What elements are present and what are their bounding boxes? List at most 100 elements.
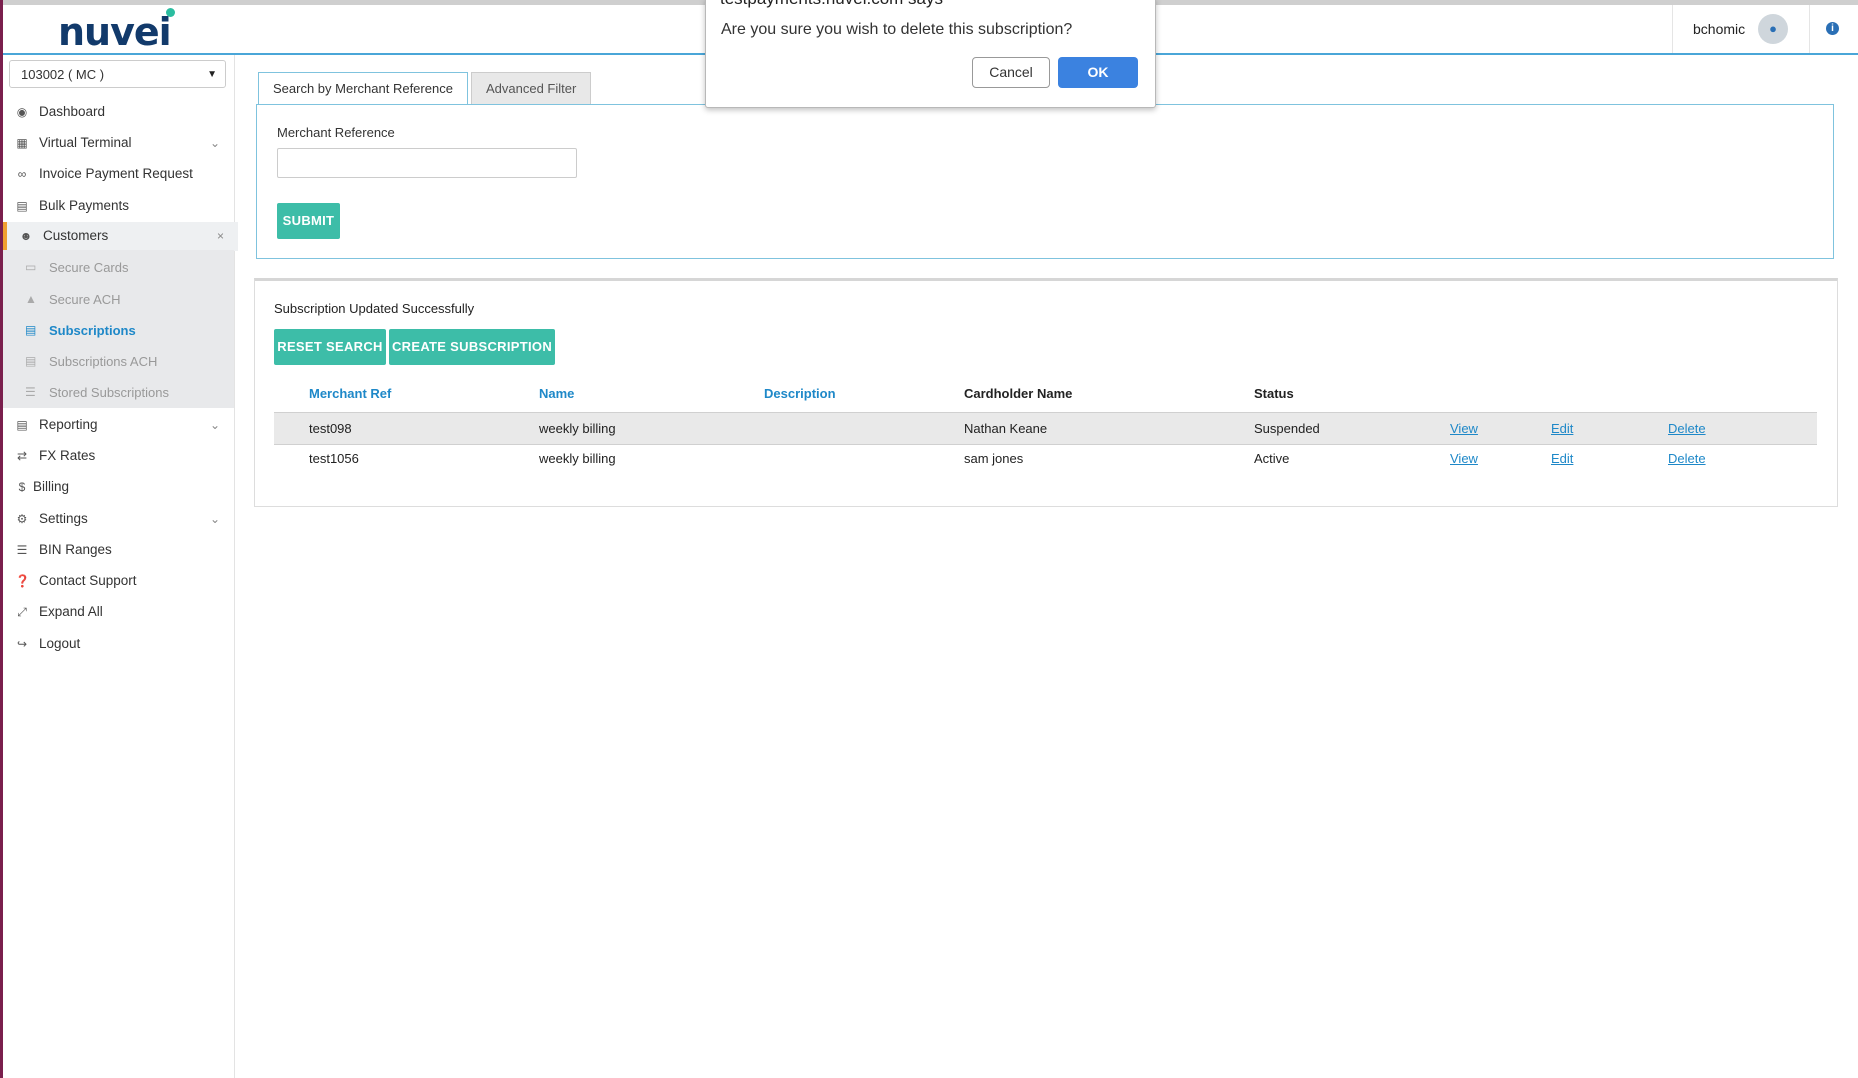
sidebar-item-label: Virtual Terminal — [39, 135, 132, 150]
database-icon: ☰ — [25, 385, 36, 399]
sidebar-item-label: Dashboard — [39, 104, 106, 119]
sidebar-subitem-secure-ach[interactable]: ▲ Secure ACH — [3, 284, 234, 315]
sidebar-item-logout[interactable]: ↪ Logout — [3, 630, 234, 658]
column-header-description[interactable]: Description — [764, 386, 836, 401]
tab-search-by-merchant-reference[interactable]: Search by Merchant Reference — [258, 72, 468, 104]
dialog-message: Are you sure you wish to delete this sub… — [721, 21, 1073, 38]
view-link[interactable]: View — [1450, 451, 1478, 466]
user-icon: ● — [1769, 21, 1777, 36]
merchant-select[interactable]: 103002 ( MC ) ▼ — [9, 60, 226, 88]
sidebar-item-label: Reporting — [39, 417, 98, 432]
sidebar-subitem-label: Subscriptions — [49, 323, 136, 338]
sidebar-subitem-label: Subscriptions ACH — [49, 354, 158, 369]
logo-dot — [166, 8, 175, 17]
ok-button[interactable]: OK — [1058, 57, 1138, 88]
reset-search-button[interactable]: RESET SEARCH — [274, 329, 386, 365]
subscriptions-icon: ▤ — [25, 323, 37, 337]
sidebar-subitem-subscriptions[interactable]: ▤ Subscriptions — [3, 315, 234, 346]
sidebar-subitem-subscriptions-ach[interactable]: ▤ Subscriptions ACH — [3, 346, 234, 377]
delete-link[interactable]: Delete — [1668, 451, 1706, 466]
edit-link[interactable]: Edit — [1551, 451, 1573, 466]
cell-name: weekly billing — [539, 421, 616, 436]
file-icon: ▤ — [16, 199, 28, 213]
tab-advanced-filter[interactable]: Advanced Filter — [471, 72, 592, 104]
search-panel — [256, 104, 1834, 259]
merchant-reference-label: Merchant Reference — [277, 125, 395, 140]
cell-status: Suspended — [1254, 421, 1320, 436]
cell-status: Active — [1254, 451, 1290, 466]
cell-merchant-ref: test098 — [309, 421, 352, 436]
merchant-reference-input[interactable] — [277, 148, 577, 178]
sidebar-subitem-secure-cards[interactable]: ▭ Secure Cards — [3, 252, 234, 283]
chevron-down-icon: ⌄ — [209, 418, 220, 432]
delete-link[interactable]: Delete — [1668, 421, 1706, 436]
chevron-down-icon: ⌄ — [209, 136, 220, 150]
sidebar-item-expand-all[interactable]: ⤢ Expand All — [3, 598, 234, 626]
info-icon[interactable]: i — [1826, 22, 1839, 35]
column-header-status: Status — [1254, 386, 1294, 401]
question-icon: ❓ — [15, 574, 30, 588]
create-subscription-button[interactable]: CREATE SUBSCRIPTION — [389, 329, 555, 365]
sidebar-item-label: FX Rates — [39, 448, 96, 463]
sidebar-item-fx-rates[interactable]: ⇄ FX Rates — [3, 442, 234, 470]
list-icon: ☰ — [16, 543, 28, 557]
sidebar-subitem-label: Stored Subscriptions — [49, 385, 169, 400]
logout-icon: ↪ — [16, 637, 28, 651]
lock-icon: ▲ — [25, 292, 37, 306]
sidebar-item-billing[interactable]: $ Billing — [3, 473, 234, 501]
sidebar-item-label: Contact Support — [39, 573, 137, 588]
table-row: test098 weekly billing Nathan Keane Susp… — [274, 412, 1817, 445]
sidebar-item-settings[interactable]: ⚙ Settings ⌄ — [3, 505, 234, 533]
sidebar-item-label: Bulk Payments — [39, 198, 130, 213]
column-header-cardholder-name: Cardholder Name — [964, 386, 1073, 401]
calculator-icon: ▦ — [16, 136, 28, 150]
sidebar-item-label: BIN Ranges — [39, 542, 112, 557]
sidebar-subitem-stored-subscriptions[interactable]: ☰ Stored Subscriptions — [3, 377, 234, 408]
avatar[interactable]: ● — [1758, 14, 1788, 44]
confirm-dialog — [705, 0, 1156, 108]
sidebar-subitem-label: Secure Cards — [49, 260, 129, 275]
status-message: Subscription Updated Successfully — [274, 301, 475, 316]
column-header-merchant-ref[interactable]: Merchant Ref — [309, 386, 391, 401]
cell-cardholder-name: Nathan Keane — [964, 421, 1048, 436]
sidebar-item-reporting[interactable]: ▤ Reporting ⌄ — [3, 411, 234, 439]
dollar-icon: $ — [18, 480, 26, 494]
table-row: test1056 weekly billing sam jones Active… — [274, 443, 1817, 474]
sidebar-item-label: Settings — [39, 511, 88, 526]
credit-card-icon: ▭ — [25, 260, 37, 274]
view-link[interactable]: View — [1450, 421, 1478, 436]
sidebar-item-virtual-terminal[interactable]: ▦ Virtual Terminal ⌄ — [3, 129, 234, 157]
edit-link[interactable]: Edit — [1551, 421, 1573, 436]
cell-cardholder-name: sam jones — [964, 451, 1024, 466]
sidebar-item-label: Invoice Payment Request — [39, 166, 193, 181]
sidebar-item-label: Logout — [39, 636, 81, 651]
cogs-icon: ⚙ — [16, 512, 28, 526]
sidebar-item-label: Billing — [33, 479, 70, 494]
dashboard-icon: ◉ — [16, 105, 28, 119]
sidebar-item-dashboard[interactable]: ◉ Dashboard — [3, 98, 234, 126]
expand-icon: ⤢ — [17, 605, 27, 619]
cancel-button[interactable]: Cancel — [972, 57, 1050, 88]
sidebar-subitem-label: Secure ACH — [49, 292, 121, 307]
sidebar-item-bulk-payments[interactable]: ▤ Bulk Payments — [3, 192, 234, 220]
sidebar-item-bin-ranges[interactable]: ☰ BIN Ranges — [3, 536, 234, 564]
nuvei-logo[interactable]: nuvei — [58, 10, 172, 54]
users-icon: ☻ — [19, 229, 33, 243]
caret-down-icon: ▼ — [207, 69, 217, 80]
cell-name: weekly billing — [539, 451, 616, 466]
dialog-title: testpayments.nuvei.com says — [720, 0, 943, 9]
chevron-down-icon: ⌄ — [209, 512, 220, 526]
report-icon: ▤ — [16, 418, 28, 432]
merchant-select-value: 103002 ( MC ) — [21, 67, 105, 82]
submit-button[interactable]: SUBMIT — [277, 203, 340, 239]
subscriptions-ach-icon: ▤ — [25, 354, 37, 368]
link-icon: ∞ — [17, 167, 27, 181]
cell-merchant-ref: test1056 — [309, 451, 359, 466]
close-icon[interactable]: × — [217, 222, 224, 250]
sidebar-item-invoice-payment-request[interactable]: ∞ Invoice Payment Request — [3, 160, 234, 188]
column-header-name[interactable]: Name — [539, 386, 574, 401]
sidebar-item-customers[interactable]: ☻ Customers × — [3, 222, 238, 251]
exchange-icon: ⇄ — [16, 449, 28, 463]
sidebar-item-contact-support[interactable]: ❓ Contact Support — [3, 567, 234, 595]
user-name[interactable]: bchomic — [1693, 21, 1745, 37]
